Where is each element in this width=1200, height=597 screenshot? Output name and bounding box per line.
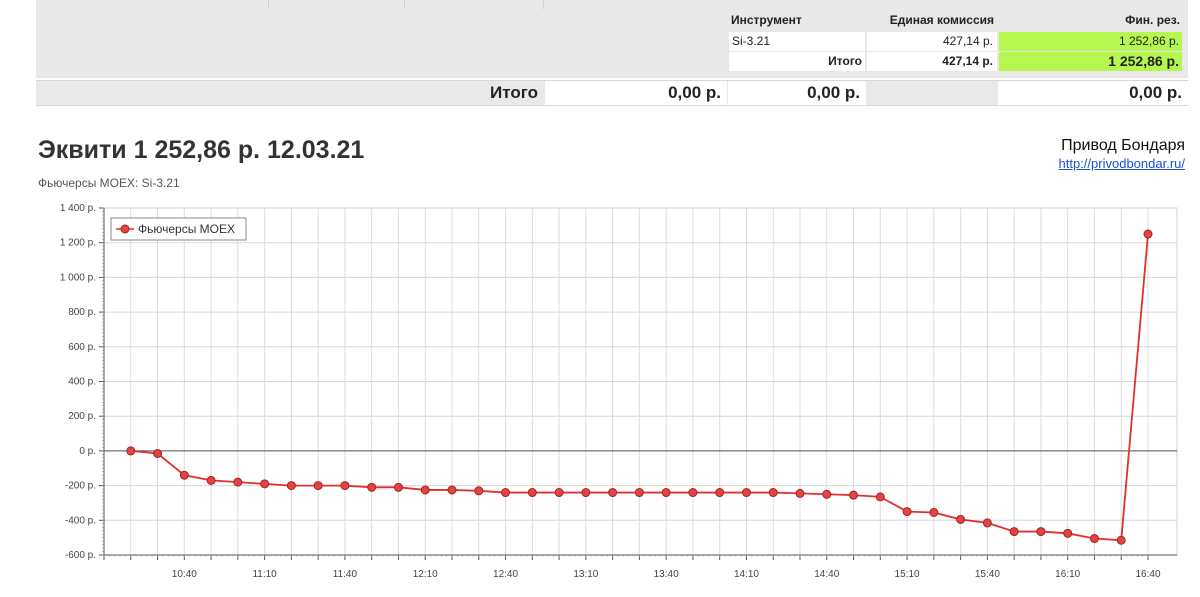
data-point [768, 488, 778, 498]
data-point [367, 482, 377, 492]
data-point [393, 482, 403, 492]
equity-chart: -600 р. -400 р. -200 р. 0 р. 200 р. 400 р. 600… [60, 203, 1178, 580]
data-point [447, 485, 457, 495]
x-tick-label: 12:40 [493, 569, 518, 580]
data-point [153, 449, 163, 459]
totals-value: 0,00 р. [545, 81, 727, 105]
data-point [956, 514, 966, 524]
column-divider [268, 0, 269, 9]
data-point [795, 488, 805, 498]
chart-legend: Фьючерсы MOEX [110, 217, 247, 241]
brand-block: Привод Бондаря http://privodbondar.ru/ [1059, 136, 1185, 173]
data-point [634, 488, 644, 498]
x-axis-ticks: 10:40 11:10 11:40 12:10 12:40 13:10 13:40 14:10… [103, 555, 1161, 580]
brand-name: Привод Бондаря [1061, 137, 1185, 154]
y-tick-label: -600 р. [65, 550, 96, 561]
x-tick-label: 14:10 [734, 569, 759, 580]
legend-marker [120, 224, 130, 234]
data-point [929, 507, 939, 517]
y-tick-label: 1 200 р. [60, 238, 96, 249]
y-tick-label: 1 000 р. [60, 272, 96, 283]
data-point [902, 507, 912, 517]
data-point [875, 492, 885, 502]
y-tick-label: 400 р. [68, 377, 96, 388]
data-point [340, 481, 350, 491]
subtotal-label: Итого [729, 52, 865, 71]
data-point [608, 488, 618, 498]
data-point [741, 488, 751, 498]
y-tick-label: 1 400 р. [60, 203, 96, 214]
data-point [1116, 535, 1126, 545]
data-point [581, 488, 591, 498]
data-point [233, 477, 243, 487]
data-point [313, 481, 323, 491]
data-point [822, 489, 832, 499]
data-point [554, 488, 564, 498]
data-point [260, 479, 270, 489]
header-instrument: Инструмент [731, 13, 802, 27]
data-point [420, 485, 430, 495]
data-point [286, 481, 296, 491]
data-point [1063, 528, 1073, 538]
commission-cell: 427,14 р. [867, 32, 997, 51]
data-point [661, 488, 671, 498]
totals-label: Итого [490, 83, 538, 102]
x-tick-label: 14:40 [814, 569, 839, 580]
totals-empty [867, 81, 997, 105]
data-point [474, 486, 484, 496]
data-point [849, 490, 859, 500]
y-tick-label: 0 р. [79, 446, 96, 457]
y-tick-label: 200 р. [68, 411, 96, 422]
x-tick-label: 11:40 [333, 569, 358, 580]
header-commission: Единая комиссия [889, 13, 994, 27]
x-tick-label: 15:40 [975, 569, 1000, 580]
y-axis-ticks: -600 р. -400 р. -200 р. 0 р. 200 р. 400 р. 600… [60, 203, 104, 561]
x-tick-label: 13:10 [573, 569, 598, 580]
x-tick-label: 11:10 [252, 569, 277, 580]
brand-link[interactable]: http://privodbondar.ru/ [1059, 156, 1185, 171]
y-tick-label: -400 р. [65, 515, 96, 526]
x-tick-label: 13:40 [654, 569, 679, 580]
data-point [527, 488, 537, 498]
y-tick-label: -200 р. [65, 481, 96, 492]
subtotal-commission: 427,14 р. [867, 52, 997, 71]
data-point [1036, 527, 1046, 537]
data-point [688, 488, 698, 498]
page-title: Эквити 1 252,86 р. 12.03.21 [38, 136, 365, 164]
data-point [982, 518, 992, 528]
header-fin-result: Фин. рез. [1125, 13, 1180, 27]
data-point [715, 488, 725, 498]
legend-label: Фьючерсы MOEX [138, 222, 235, 236]
data-point [1009, 527, 1019, 537]
x-tick-label: 10:40 [172, 569, 197, 580]
totals-value: 0,00 р. [998, 81, 1188, 105]
totals-value: 0,00 р. [728, 81, 866, 105]
column-divider [543, 0, 544, 9]
chart-grid [103, 207, 1178, 556]
x-tick-label: 12:10 [413, 569, 438, 580]
y-tick-label: 600 р. [68, 342, 96, 353]
data-point [179, 470, 189, 480]
x-tick-label: 16:10 [1055, 569, 1080, 580]
data-point [1089, 534, 1099, 544]
data-point [501, 488, 511, 498]
data-point [206, 475, 216, 485]
y-tick-label: 800 р. [68, 307, 96, 318]
x-tick-label: 16:40 [1135, 569, 1160, 580]
subtotal-fin-result: 1 252,86 р. [999, 52, 1182, 71]
column-divider [404, 0, 405, 9]
instrument-cell: Si-3.21 [729, 32, 865, 51]
x-tick-label: 15:10 [895, 569, 920, 580]
fin-result-cell: 1 252,86 р. [999, 32, 1182, 51]
totals-row: Итого 0,00 р. 0,00 р. 0,00 р. [36, 80, 1188, 106]
data-point [126, 446, 136, 456]
data-point [1143, 229, 1153, 239]
chart-subtitle: Фьючерсы MOEX: Si-3.21 [38, 176, 180, 190]
results-table: Инструмент Единая комиссия Фин. рез. Si-… [0, 0, 1200, 106]
